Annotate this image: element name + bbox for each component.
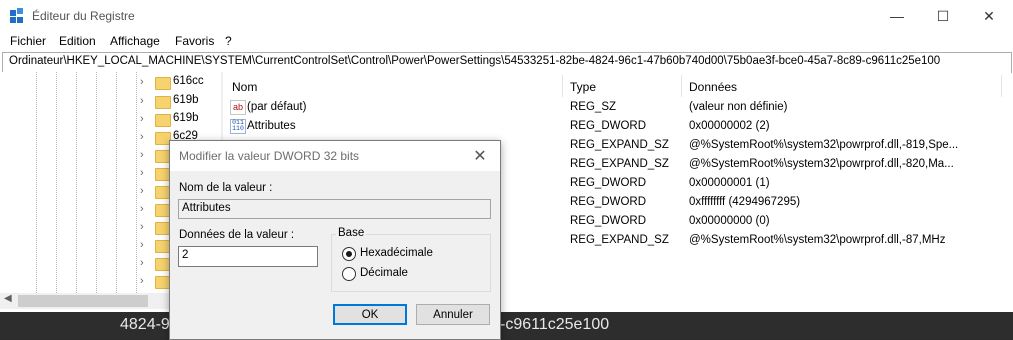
value-name: Attributes bbox=[247, 120, 296, 132]
menu-bar: Fichier Edition Affichage Favoris ? bbox=[0, 32, 1013, 52]
radio-button[interactable] bbox=[342, 267, 356, 281]
radio-hexadecimal[interactable]: Hexadécimale bbox=[342, 246, 482, 262]
value-data: 0x00000002 (2) bbox=[689, 120, 770, 132]
tree-guide-line bbox=[136, 72, 137, 293]
menu-edition[interactable]: Edition bbox=[59, 34, 96, 48]
radio-label: Hexadécimale bbox=[360, 247, 433, 259]
dialog-title: Modifier la valeur DWORD 32 bits bbox=[179, 149, 360, 163]
maximize-icon: ☐ bbox=[936, 7, 950, 24]
chevron-right-icon[interactable]: › bbox=[140, 131, 148, 143]
value-row[interactable]: 011 110 Attributes REG_DWORD 0x00000002 (… bbox=[223, 118, 1011, 137]
string-value-icon: ab bbox=[230, 100, 246, 115]
background-text-left: 4824-9 bbox=[120, 316, 170, 333]
maximize-button[interactable]: ☐ bbox=[920, 0, 966, 32]
chevron-right-icon[interactable]: › bbox=[140, 257, 148, 269]
chevron-right-icon[interactable]: › bbox=[140, 239, 148, 251]
title-bar[interactable]: Éditeur du Registre — ☐ ✕ bbox=[0, 0, 1013, 32]
folder-icon bbox=[155, 114, 171, 127]
chevron-right-icon[interactable]: › bbox=[140, 203, 148, 215]
chevron-right-icon[interactable]: › bbox=[140, 76, 148, 88]
value-data: 0xffffffff (4294967295) bbox=[689, 196, 801, 208]
menu-fichier[interactable]: Fichier bbox=[10, 34, 46, 48]
value-type: REG_DWORD bbox=[570, 196, 647, 208]
radio-label: Décimale bbox=[360, 267, 408, 279]
menu-help[interactable]: ? bbox=[225, 34, 232, 48]
value-data: @%SystemRoot%\system32\powrprof.dll,-819… bbox=[689, 139, 959, 151]
value-name-text: Attributes bbox=[182, 202, 231, 214]
scrollbar-thumb[interactable] bbox=[18, 295, 148, 307]
column-header-name[interactable]: Nom bbox=[232, 80, 257, 94]
minimize-icon: — bbox=[890, 8, 904, 24]
close-icon: ✕ bbox=[983, 7, 995, 24]
background-text-right: -c9611c25e100 bbox=[500, 316, 610, 333]
edit-dword-dialog: Modifier la valeur DWORD 32 bits ✕ Nom d… bbox=[169, 140, 501, 340]
minimize-button[interactable]: — bbox=[874, 0, 920, 32]
value-name-label: Nom de la valeur : bbox=[179, 182, 273, 194]
close-icon: ✕ bbox=[473, 148, 487, 165]
tree-guide-line bbox=[96, 72, 97, 293]
column-divider[interactable] bbox=[681, 75, 682, 97]
value-name-field: Attributes bbox=[178, 199, 491, 219]
value-type: REG_EXPAND_SZ bbox=[570, 139, 669, 151]
registry-editor-window: Éditeur du Registre — ☐ ✕ Fichier Editio… bbox=[0, 0, 1013, 312]
column-header-data[interactable]: Données bbox=[689, 80, 737, 94]
chevron-right-icon[interactable]: › bbox=[140, 185, 148, 197]
value-data: @%SystemRoot%\system32\powrprof.dll,-820… bbox=[689, 158, 954, 170]
radio-decimal[interactable]: Décimale bbox=[342, 266, 482, 282]
window-title: Éditeur du Registre bbox=[32, 9, 135, 23]
value-data: 0x00000000 (0) bbox=[689, 215, 770, 227]
tree-node-label: 619b bbox=[173, 112, 199, 124]
tree-guide-line bbox=[36, 72, 37, 293]
chevron-right-icon[interactable]: › bbox=[140, 95, 148, 107]
chevron-right-icon[interactable]: › bbox=[140, 113, 148, 125]
value-type: REG_DWORD bbox=[570, 215, 647, 227]
close-button[interactable]: ✕ bbox=[966, 0, 1012, 32]
address-path: Ordinateur\HKEY_LOCAL_MACHINE\SYSTEM\Cur… bbox=[9, 55, 941, 67]
tree-guide-line bbox=[56, 72, 57, 293]
value-data-text: 2 bbox=[182, 249, 189, 261]
folder-icon bbox=[155, 96, 171, 109]
radio-button[interactable] bbox=[342, 247, 356, 261]
tree-node-label: 619b bbox=[173, 94, 199, 106]
column-divider[interactable] bbox=[562, 75, 563, 97]
folder-icon bbox=[155, 77, 171, 90]
value-data: (valeur non définie) bbox=[689, 101, 788, 113]
value-type: REG_EXPAND_SZ bbox=[570, 234, 669, 246]
value-name: (par défaut) bbox=[247, 101, 307, 113]
chevron-right-icon[interactable]: › bbox=[140, 275, 148, 287]
value-row[interactable]: ab (par défaut) REG_SZ (valeur non défin… bbox=[223, 99, 1011, 118]
chevron-right-icon[interactable]: › bbox=[140, 221, 148, 233]
cancel-button[interactable]: Annuler bbox=[416, 304, 490, 325]
value-type: REG_DWORD bbox=[570, 177, 647, 189]
chevron-right-icon[interactable]: › bbox=[140, 149, 148, 161]
dialog-title-bar[interactable]: Modifier la valeur DWORD 32 bits ✕ bbox=[170, 141, 500, 171]
base-group-box bbox=[331, 234, 491, 292]
base-label: Base bbox=[336, 227, 367, 239]
value-data: 0x00000001 (1) bbox=[689, 177, 770, 189]
value-data-input[interactable]: 2 bbox=[178, 246, 318, 267]
value-data: @%SystemRoot%\system32\powrprof.dll,-87,… bbox=[689, 234, 946, 246]
value-type: REG_DWORD bbox=[570, 120, 647, 132]
menu-favoris[interactable]: Favoris bbox=[175, 34, 214, 48]
value-data-label: Données de la valeur : bbox=[179, 229, 295, 241]
tree-guide-line bbox=[116, 72, 117, 293]
value-type: REG_EXPAND_SZ bbox=[570, 158, 669, 170]
tree-guide-line bbox=[76, 72, 77, 293]
menu-affichage[interactable]: Affichage bbox=[110, 34, 160, 48]
column-divider[interactable] bbox=[1001, 75, 1002, 97]
dialog-close-button[interactable]: ✕ bbox=[466, 145, 494, 167]
chevron-right-icon[interactable]: › bbox=[140, 167, 148, 179]
binary-value-icon: 011 110 bbox=[230, 119, 246, 134]
scroll-left-icon[interactable]: ◀ bbox=[4, 293, 12, 304]
registry-app-icon bbox=[10, 8, 23, 23]
radio-selected-dot bbox=[346, 251, 352, 257]
column-header-type[interactable]: Type bbox=[570, 80, 596, 94]
tree-node-label: 616cc bbox=[173, 75, 204, 87]
ok-button[interactable]: OK bbox=[333, 304, 407, 325]
background-terminal-strip: 4824-9 -c9611c25e100 bbox=[0, 312, 1013, 339]
value-type: REG_SZ bbox=[570, 101, 617, 113]
address-bar[interactable]: Ordinateur\HKEY_LOCAL_MACHINE\SYSTEM\Cur… bbox=[2, 52, 1012, 73]
